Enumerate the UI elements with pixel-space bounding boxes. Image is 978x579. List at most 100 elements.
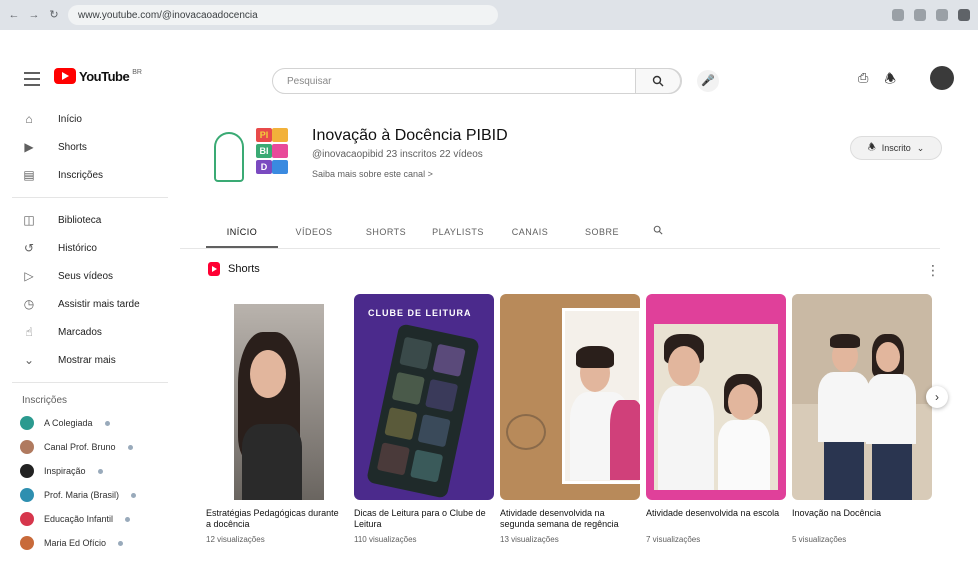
channel-avatar — [20, 464, 34, 478]
short-card[interactable]: Atividade desenvolvida na escola 7 visua… — [646, 294, 786, 544]
short-views: 13 visualizações — [500, 535, 559, 544]
youtube-play-icon — [54, 68, 76, 84]
sidebar-item-history[interactable]: ↺ Histórico — [0, 234, 180, 262]
person-face — [250, 350, 286, 398]
short-card[interactable]: Estratégias Pedagógicas durante a docênc… — [206, 294, 346, 544]
person-shirt — [718, 420, 770, 490]
sidebar-item-label: Início — [58, 113, 82, 125]
short-thumbnail[interactable] — [792, 294, 932, 500]
pants — [824, 442, 864, 500]
logo-block — [272, 160, 288, 174]
next-arrow-button[interactable]: › — [926, 386, 948, 408]
search-button[interactable] — [635, 68, 681, 94]
channel-description-link[interactable]: Saiba mais sobre este canal > — [312, 169, 433, 179]
search-icon — [653, 225, 663, 235]
menu-icon[interactable] — [24, 72, 40, 86]
sidebar-item-label: Histórico — [58, 242, 97, 254]
logo-block — [272, 128, 288, 142]
microphone-icon[interactable]: 🎤 — [697, 70, 719, 92]
extension-icon[interactable] — [914, 9, 926, 21]
new-content-dot — [104, 420, 110, 426]
sidebar-item-shorts[interactable]: ▶ Shorts — [0, 133, 180, 161]
person-shirt — [242, 424, 302, 500]
sidebar-item-liked[interactable]: ☝ Marcados — [0, 318, 180, 346]
short-title[interactable]: Atividade desenvolvida na segunda semana… — [500, 508, 640, 532]
subscription-name: Prof. Maria (Brasil) — [44, 490, 120, 500]
tab-about[interactable]: SOBRE — [566, 220, 638, 248]
sidebar-item-library[interactable]: ◫ Biblioteca — [0, 206, 180, 234]
tab-home[interactable]: INÍCIO — [206, 220, 278, 248]
notifications-bell-icon[interactable]: 🕭 — [884, 70, 896, 92]
profile-icon[interactable] — [958, 9, 970, 21]
subscription-item[interactable]: Educação Infantil — [0, 507, 180, 531]
sidebar-item-show-more[interactable]: ⌄ Mostrar mais — [0, 346, 180, 374]
short-thumbnail[interactable] — [500, 294, 640, 500]
sidebar-item-subscriptions[interactable]: ▤ Inscrições — [0, 161, 180, 189]
tab-search-icon[interactable] — [638, 220, 678, 248]
extension-icon[interactable] — [892, 9, 904, 21]
subscription-item[interactable]: Inspiração — [0, 459, 180, 483]
back-icon[interactable]: ← — [8, 9, 20, 21]
new-content-dot — [127, 444, 133, 450]
search-icon — [652, 75, 664, 87]
brain-drawing — [506, 414, 546, 450]
short-thumbnail[interactable] — [206, 294, 346, 500]
short-views: 7 visualizações — [646, 535, 701, 544]
book-tile — [410, 449, 444, 483]
shorts-title-text: Shorts — [228, 263, 260, 275]
sidebar-item-label: Assistir mais tarde — [58, 298, 140, 310]
logo-letters-bi: BI — [256, 144, 272, 158]
forward-icon[interactable]: → — [28, 9, 40, 21]
channel-meta: @inovacaopibid 23 inscritos 22 vídeos — [312, 149, 483, 160]
short-title[interactable]: Dicas de Leitura para o Clube de Leitura — [354, 508, 494, 532]
subscription-item[interactable]: Canal Prof. Bruno — [0, 435, 180, 459]
tab-videos[interactable]: VÍDEOS — [278, 220, 350, 248]
short-card[interactable]: Inovação na Docência 5 visualizações — [792, 294, 932, 544]
more-options-icon[interactable]: ⋮ — [926, 262, 940, 279]
search-input[interactable]: Pesquisar — [272, 68, 682, 94]
phone-mockup — [366, 323, 480, 499]
user-avatar[interactable] — [930, 66, 954, 90]
youtube-logo[interactable]: YouTube BR — [54, 68, 142, 84]
logo-frame — [214, 132, 244, 182]
subscription-item[interactable]: Prof. Maria (Brasil) — [0, 483, 180, 507]
channel-avatar — [20, 512, 34, 526]
extension-icon[interactable] — [936, 9, 948, 21]
short-title[interactable]: Inovação na Docência — [792, 508, 932, 532]
subscription-name: Educação Infantil — [44, 514, 114, 524]
person-face — [728, 384, 758, 420]
logo-block — [272, 144, 288, 158]
channel-avatar-logo[interactable]: PI BI D — [206, 110, 296, 194]
divider — [12, 382, 168, 383]
new-content-dot — [131, 492, 137, 498]
watch-later-icon: ◷ — [23, 297, 35, 311]
short-title[interactable]: Estratégias Pedagógicas durante a docênc… — [206, 508, 346, 532]
short-card[interactable]: Atividade desenvolvida na segunda semana… — [500, 294, 640, 544]
tab-shorts[interactable]: SHORTS — [350, 220, 422, 248]
person-shirt — [818, 372, 870, 442]
address-bar[interactable]: www.youtube.com/@inovacaoadocencia — [68, 5, 498, 25]
sidebar-item-home[interactable]: ⌂ Início — [0, 105, 180, 133]
reload-icon[interactable]: ↻ — [48, 9, 60, 21]
subscribe-label: Inscrito — [881, 143, 911, 153]
subscription-item[interactable]: A Colegiada — [0, 411, 180, 435]
short-title[interactable]: Atividade desenvolvida na escola — [646, 508, 786, 532]
person-face — [876, 342, 900, 372]
short-thumbnail[interactable]: CLUBE DE LEITURA — [354, 294, 494, 500]
book-tile — [384, 407, 418, 441]
subscribed-button[interactable]: 🕭 Inscrito ⌄ — [850, 136, 942, 160]
create-video-icon[interactable]: ⎙ — [858, 70, 868, 92]
your-videos-icon: ▷ — [24, 269, 34, 283]
sidebar-item-your-videos[interactable]: ▷ Seus vídeos — [0, 262, 180, 290]
sidebar-item-watch-later[interactable]: ◷ Assistir mais tarde — [0, 290, 180, 318]
short-thumbnail[interactable] — [646, 294, 786, 500]
sidebar-item-label: Seus vídeos — [58, 270, 114, 282]
new-content-dot — [125, 516, 131, 522]
home-icon: ⌂ — [25, 112, 33, 126]
tab-playlists[interactable]: PLAYLISTS — [422, 220, 494, 248]
short-card[interactable]: CLUBE DE LEITURA Dicas de Leitura para o… — [354, 294, 494, 544]
logo-text: YouTube — [79, 68, 130, 84]
logo-country: BR — [132, 68, 142, 76]
tab-channels[interactable]: CANAIS — [494, 220, 566, 248]
subscription-item[interactable]: Maria Ed Ofício — [0, 531, 180, 555]
